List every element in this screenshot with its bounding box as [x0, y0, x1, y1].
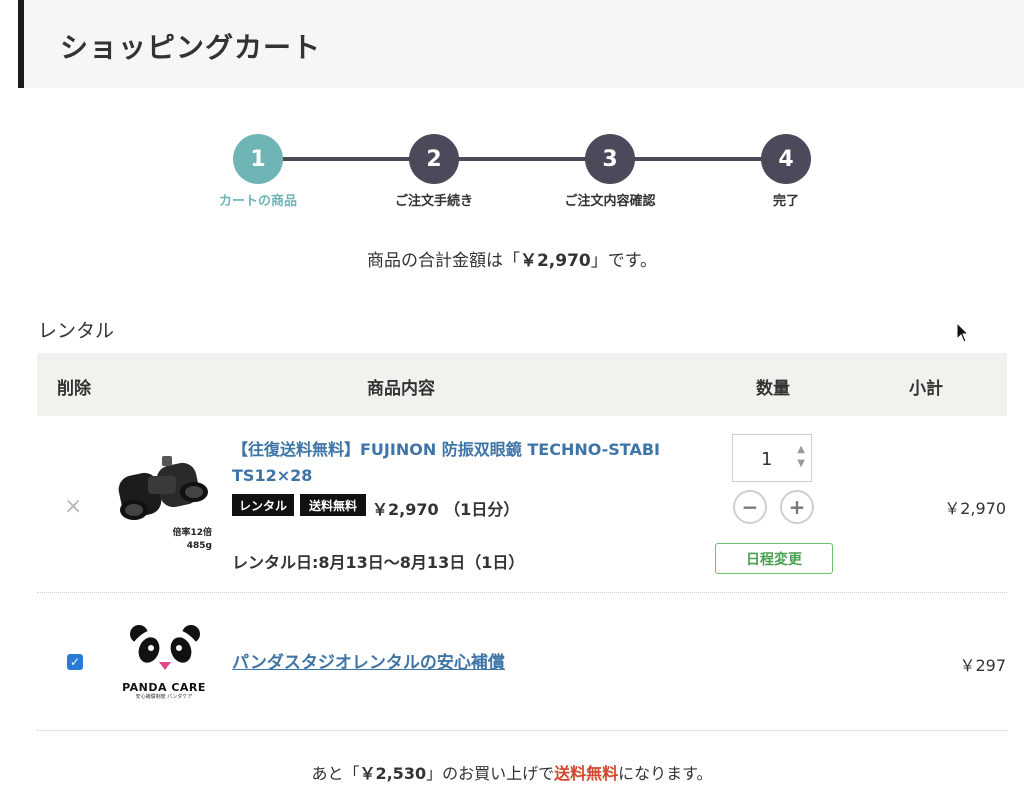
product-title-link[interactable]: 【往復送料無料】FUJINON 防振双眼鏡 TECHNO-STABI TS12×… [232, 437, 712, 489]
quantity-value: 1 [761, 449, 773, 470]
col-content: 商品内容 [367, 379, 435, 399]
total-amount: ￥2,970 [519, 251, 591, 271]
tag-rental: レンタル [232, 494, 294, 516]
img-magnification: 倍率12倍 [172, 526, 212, 538]
rental-date: レンタル日:8月13日〜8月13日（1日） [232, 553, 525, 572]
step-4-label: 完了 [772, 194, 799, 209]
col-qty: 数量 [756, 379, 790, 399]
binoculars-image: 倍率12倍 485g [118, 456, 212, 551]
quantity-input[interactable]: 1 ▲ ▼ [732, 434, 812, 482]
step-3-label: ご注文内容確認 [564, 194, 656, 209]
increase-qty-button[interactable]: + [780, 490, 814, 524]
row-divider [37, 592, 1007, 593]
item2-subtotal: ￥297 [959, 656, 1006, 675]
remove-item-button[interactable]: × [64, 494, 82, 519]
section-label-rental: レンタル [38, 320, 115, 342]
footer-mid: 」のお買い上げで [426, 764, 555, 783]
step-1-circle: 1 [233, 134, 283, 184]
change-schedule-button[interactable]: 日程変更 [715, 543, 833, 574]
checkout-steps: 1 2 3 4 カートの商品 ご注文手続き ご注文内容確認 完了 [0, 0, 1024, 220]
step-4-circle: 4 [761, 134, 811, 184]
col-subtotal: 小計 [909, 379, 943, 399]
insurance-checkbox[interactable]: ✓ [67, 654, 83, 670]
footer-free-shipping: 送料無料 [554, 764, 619, 783]
cart-total-text: 商品の合計金額は「￥2,970」です。 [0, 246, 1024, 271]
total-suffix: 」です。 [590, 251, 658, 271]
img-weight: 485g [187, 541, 212, 551]
step-2-label: ご注文手続き [394, 194, 473, 209]
step-2-circle: 2 [409, 134, 459, 184]
footer-pre: あと「 [311, 764, 360, 783]
item1-subtotal: ￥2,970 [944, 499, 1006, 518]
insurance-link[interactable]: パンダスタジオレンタルの安心補償 [232, 648, 505, 673]
decrease-qty-button[interactable]: − [733, 490, 767, 524]
item-price: ￥2,970 （1日分） [372, 500, 520, 519]
row-divider [37, 730, 1007, 731]
tag-free-shipping: 送料無料 [300, 494, 366, 516]
mouse-cursor-icon [956, 322, 970, 343]
cart-table-header: 削除 商品内容 数量 小計 [37, 353, 1007, 416]
panda-logo-subtext: 安心補償制度 パンダケア [135, 694, 193, 700]
binoculars-icon [118, 456, 208, 520]
step-1-label: カートの商品 [218, 194, 297, 209]
col-delete: 削除 [57, 379, 91, 399]
step-3-circle: 3 [585, 134, 635, 184]
total-prefix: 商品の合計金額は「 [366, 251, 520, 271]
footer-post: になります。 [618, 764, 713, 783]
spinner-arrows-icon[interactable]: ▲ ▼ [797, 443, 805, 471]
steps-connector [258, 157, 786, 161]
footer-amount: ￥2,530 [359, 764, 427, 783]
free-shipping-note: あと「￥2,530」のお買い上げで送料無料になります。 [0, 760, 1024, 784]
